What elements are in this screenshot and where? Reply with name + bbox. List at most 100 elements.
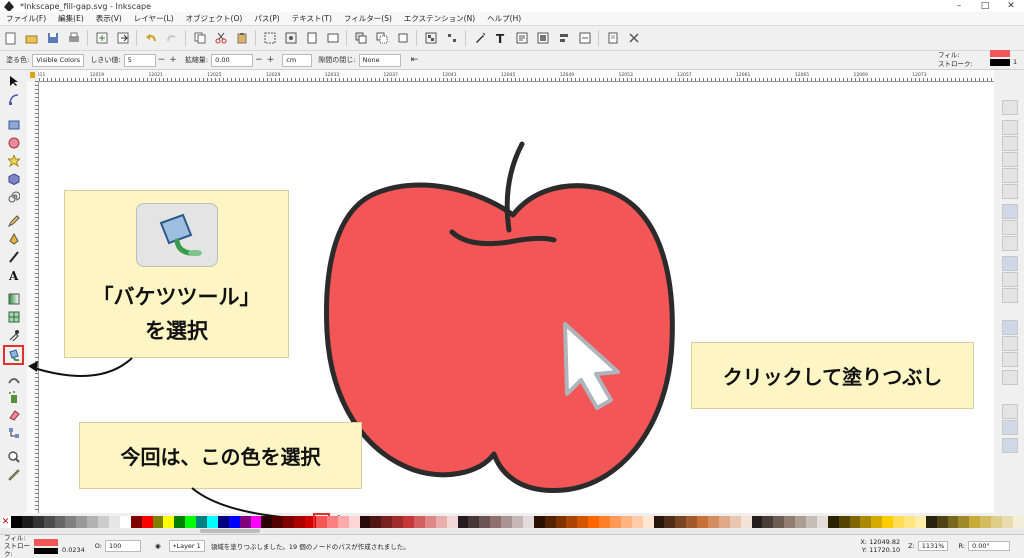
no-paint-swatch[interactable]: ✕	[0, 516, 11, 528]
color-swatch[interactable]	[261, 516, 273, 528]
status-stroke-swatch[interactable]	[34, 547, 58, 554]
color-swatch[interactable]	[468, 516, 480, 528]
color-swatch[interactable]	[664, 516, 676, 528]
color-swatch[interactable]	[119, 516, 131, 528]
color-swatch[interactable]	[76, 516, 88, 528]
snap-paths-icon[interactable]	[1002, 220, 1018, 235]
color-swatch[interactable]	[631, 516, 643, 528]
color-swatch[interactable]	[577, 516, 589, 528]
snap-enable-icon[interactable]	[1002, 100, 1018, 115]
color-swatch[interactable]	[141, 516, 153, 528]
color-swatch[interactable]	[1012, 516, 1024, 528]
color-swatch[interactable]	[196, 516, 208, 528]
color-swatch[interactable]	[806, 516, 817, 528]
color-swatch[interactable]	[533, 516, 545, 528]
color-swatch[interactable]	[936, 516, 948, 528]
color-swatch[interactable]	[424, 516, 436, 528]
color-swatch[interactable]	[740, 516, 752, 528]
color-swatch[interactable]	[239, 516, 251, 528]
snap-nodes-icon[interactable]	[1002, 204, 1018, 219]
color-swatch[interactable]	[708, 516, 719, 528]
color-swatch[interactable]	[762, 516, 774, 528]
color-swatch[interactable]	[827, 516, 839, 528]
color-swatch[interactable]	[174, 516, 186, 528]
color-swatch[interactable]	[653, 516, 665, 528]
snap-bbox-center-icon[interactable]	[1002, 184, 1018, 199]
rotation-input[interactable]: 0.00°	[968, 540, 1010, 551]
color-swatch[interactable]	[65, 516, 77, 528]
color-swatch[interactable]	[490, 516, 502, 528]
snap-midpoints-icon[interactable]	[1002, 288, 1018, 303]
color-swatch[interactable]	[588, 516, 600, 528]
color-swatch[interactable]	[609, 516, 621, 528]
color-swatch[interactable]	[348, 516, 360, 528]
color-swatch[interactable]	[152, 516, 164, 528]
color-swatch[interactable]	[925, 516, 937, 528]
opacity-input[interactable]: 100	[104, 539, 141, 552]
color-swatch[interactable]	[446, 516, 458, 528]
color-swatch[interactable]	[250, 516, 262, 528]
color-swatch[interactable]	[838, 516, 850, 528]
color-swatch[interactable]	[1002, 516, 1013, 528]
color-swatch[interactable]	[686, 516, 698, 528]
color-swatch[interactable]	[860, 516, 872, 528]
color-swatch[interactable]	[403, 516, 414, 528]
color-swatch[interactable]	[904, 516, 915, 528]
color-swatch[interactable]	[435, 516, 447, 528]
color-swatch[interactable]	[675, 516, 687, 528]
color-swatch[interactable]	[784, 516, 796, 528]
color-swatch[interactable]	[54, 516, 66, 528]
layer-visibility-icon[interactable]: ◉	[155, 542, 161, 550]
color-swatch[interactable]	[43, 516, 55, 528]
color-swatch[interactable]	[207, 516, 218, 528]
color-swatch[interactable]	[729, 516, 741, 528]
color-swatch[interactable]	[555, 516, 567, 528]
color-swatch[interactable]	[697, 516, 708, 528]
snap-text-baseline-icon[interactable]	[1002, 352, 1018, 367]
color-swatch[interactable]	[816, 516, 828, 528]
color-swatch[interactable]	[718, 516, 730, 528]
color-swatch[interactable]	[370, 516, 382, 528]
snap-page-border-icon[interactable]	[1002, 370, 1018, 385]
color-swatch[interactable]	[991, 516, 1003, 528]
palette-scroll-thumb[interactable]	[200, 529, 260, 533]
color-swatch[interactable]	[947, 516, 959, 528]
color-swatch[interactable]	[109, 516, 120, 528]
color-swatch[interactable]	[501, 516, 512, 528]
layer-dropdown[interactable]: •Layer 1	[168, 539, 205, 552]
color-swatch[interactable]	[642, 516, 654, 528]
color-swatch[interactable]	[882, 516, 894, 528]
color-swatch[interactable]	[457, 516, 469, 528]
color-swatch[interactable]	[185, 516, 197, 528]
color-swatch[interactable]	[87, 516, 99, 528]
snap-grids-icon[interactable]	[1002, 420, 1018, 435]
color-swatch[interactable]	[479, 516, 491, 528]
color-swatch[interactable]	[272, 516, 284, 528]
color-swatch[interactable]	[326, 516, 338, 528]
color-swatch[interactable]	[871, 516, 883, 528]
color-swatch[interactable]	[305, 516, 316, 528]
color-swatch[interactable]	[359, 516, 371, 528]
color-swatch[interactable]	[11, 516, 22, 528]
color-swatch[interactable]	[337, 516, 349, 528]
status-fill-swatch[interactable]	[34, 538, 58, 546]
snap-smooth-nodes-icon[interactable]	[1002, 272, 1018, 287]
color-swatch[interactable]	[773, 516, 785, 528]
color-swatch[interactable]	[283, 516, 295, 528]
color-swatch[interactable]	[544, 516, 556, 528]
color-swatch[interactable]	[32, 516, 44, 528]
color-swatch[interactable]	[958, 516, 970, 528]
color-swatch[interactable]	[294, 516, 306, 528]
snap-guides-icon[interactable]	[1002, 438, 1018, 453]
snap-bbox-corner-icon[interactable]	[1002, 152, 1018, 167]
color-swatch[interactable]	[511, 516, 523, 528]
color-swatch[interactable]	[599, 516, 610, 528]
snap-intersections-icon[interactable]	[1002, 236, 1018, 251]
snap-bbox-icon[interactable]	[1002, 120, 1018, 135]
color-swatch[interactable]	[969, 516, 981, 528]
color-swatch[interactable]	[914, 516, 926, 528]
color-swatch[interactable]	[620, 516, 632, 528]
snap-bbox-midpoint-icon[interactable]	[1002, 168, 1018, 183]
color-swatch[interactable]	[312, 513, 330, 531]
zoom-input[interactable]: 1131%	[917, 540, 949, 551]
